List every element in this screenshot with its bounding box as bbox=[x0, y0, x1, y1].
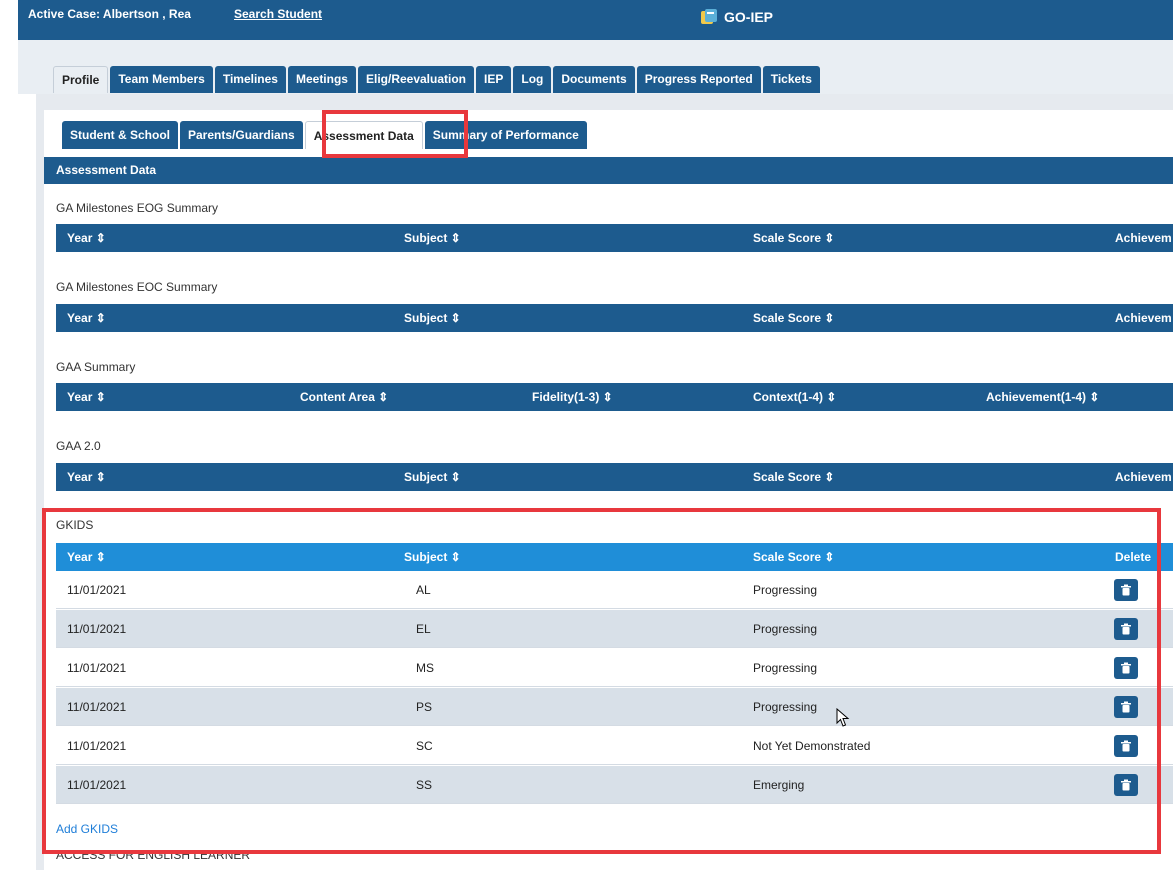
column-header-subject[interactable]: Subject ⇕ bbox=[404, 224, 461, 252]
trash-icon bbox=[1121, 701, 1131, 713]
score-cell: Progressing bbox=[753, 622, 818, 636]
column-header-year[interactable]: Year ⇕ bbox=[67, 543, 106, 571]
column-header-achievement[interactable]: Achievem bbox=[1115, 224, 1172, 252]
subject-cell: SS bbox=[416, 778, 433, 792]
column-header-fidelity[interactable]: Fidelity(1-3) ⇕ bbox=[532, 383, 613, 411]
column-header-achievement[interactable]: Achievement(1-4) ⇕ bbox=[986, 383, 1099, 411]
column-header-achievement[interactable]: Achievem bbox=[1115, 304, 1172, 332]
tab-summary-of-performance[interactable]: Summary of Performance bbox=[424, 121, 587, 149]
subject-cell: SC bbox=[416, 739, 433, 753]
trash-icon bbox=[1121, 584, 1131, 596]
gaa2-table-title: GAA 2.0 bbox=[56, 439, 101, 453]
mouse-cursor-icon bbox=[836, 708, 850, 727]
app-name: GO-IEP bbox=[724, 9, 774, 25]
table-row: 11/01/2021 SS Emerging bbox=[56, 766, 1173, 804]
year-cell: 11/01/2021 bbox=[67, 661, 127, 675]
active-case-label: Active Case: Albertson , Rea bbox=[28, 7, 191, 21]
main-tabs: Profile Team Members Timelines Meetings … bbox=[53, 66, 820, 93]
trash-icon bbox=[1121, 779, 1131, 791]
table-row: 11/01/2021 AL Progressing bbox=[56, 571, 1173, 609]
delete-button[interactable] bbox=[1114, 696, 1138, 718]
column-header-subject[interactable]: Subject ⇕ bbox=[404, 543, 461, 571]
column-header-scale-score[interactable]: Scale Score ⇕ bbox=[753, 304, 834, 332]
delete-button[interactable] bbox=[1114, 579, 1138, 601]
trash-icon bbox=[1121, 623, 1131, 635]
column-header-subject[interactable]: Subject ⇕ bbox=[404, 463, 461, 491]
tab-profile[interactable]: Profile bbox=[53, 66, 109, 93]
trash-icon bbox=[1121, 740, 1131, 752]
score-cell: Not Yet Demonstrated bbox=[753, 739, 871, 753]
column-header-year[interactable]: Year ⇕ bbox=[67, 304, 106, 332]
tab-team-members[interactable]: Team Members bbox=[110, 66, 213, 93]
column-header-scale-score[interactable]: Scale Score ⇕ bbox=[753, 224, 834, 252]
score-cell: Emerging bbox=[753, 778, 805, 792]
eog-table-title: GA Milestones EOG Summary bbox=[56, 201, 219, 215]
tab-parents-guardians[interactable]: Parents/Guardians bbox=[180, 121, 303, 149]
section-title: Assessment Data bbox=[44, 157, 1173, 184]
score-cell: Progressing bbox=[753, 700, 818, 714]
score-cell: Progressing bbox=[753, 583, 818, 597]
delete-button[interactable] bbox=[1114, 735, 1138, 757]
tab-log[interactable]: Log bbox=[513, 66, 552, 93]
table-row: 11/01/2021 EL Progressing bbox=[56, 610, 1173, 648]
access-table-title: ACCESS FOR ENGLISH LEARNER bbox=[56, 848, 251, 862]
tab-meetings[interactable]: Meetings bbox=[287, 66, 356, 93]
column-header-context[interactable]: Context(1-4) ⇕ bbox=[753, 383, 836, 411]
gaa-table-title: GAA Summary bbox=[56, 360, 136, 374]
delete-button[interactable] bbox=[1114, 774, 1138, 796]
column-header-scale-score[interactable]: Scale Score ⇕ bbox=[753, 543, 834, 571]
year-cell: 11/01/2021 bbox=[67, 739, 127, 753]
subject-cell: PS bbox=[416, 700, 433, 714]
gkids-table-header: Year ⇕ Subject ⇕ Scale Score ⇕ Delete bbox=[56, 543, 1173, 571]
gkids-table-title: GKIDS bbox=[56, 518, 94, 532]
score-cell: Progressing bbox=[753, 661, 818, 675]
add-gkids-link[interactable]: Add GKIDS bbox=[56, 822, 118, 836]
tab-iep[interactable]: IEP bbox=[476, 66, 512, 93]
table-row: 11/01/2021 MS Progressing bbox=[56, 649, 1173, 687]
delete-button[interactable] bbox=[1114, 618, 1138, 640]
app-brand: GO-IEP bbox=[700, 8, 773, 26]
tab-documents[interactable]: Documents bbox=[553, 66, 635, 93]
tab-tickets[interactable]: Tickets bbox=[762, 66, 820, 93]
subject-cell: AL bbox=[416, 583, 431, 597]
tab-elig-reevaluation[interactable]: Elig/Reevaluation bbox=[357, 66, 475, 93]
column-header-year[interactable]: Year ⇕ bbox=[67, 383, 106, 411]
trash-icon bbox=[1121, 662, 1131, 674]
book-logo-icon bbox=[701, 9, 717, 24]
column-header-year[interactable]: Year ⇕ bbox=[67, 463, 106, 491]
table-row: 11/01/2021 PS Progressing bbox=[56, 688, 1173, 726]
tab-student-school[interactable]: Student & School bbox=[62, 121, 178, 149]
gaa-table-header: Year ⇕ Content Area ⇕ Fidelity(1-3) ⇕ Co… bbox=[56, 383, 1173, 411]
year-cell: 11/01/2021 bbox=[67, 778, 127, 792]
table-row: 11/01/2021 SC Not Yet Demonstrated bbox=[56, 727, 1173, 765]
year-cell: 11/01/2021 bbox=[67, 622, 127, 636]
delete-button[interactable] bbox=[1114, 657, 1138, 679]
tab-assessment-data[interactable]: Assessment Data bbox=[304, 121, 423, 149]
column-header-content-area[interactable]: Content Area ⇕ bbox=[300, 383, 388, 411]
column-header-scale-score[interactable]: Scale Score ⇕ bbox=[753, 463, 834, 491]
eoc-table-title: GA Milestones EOC Summary bbox=[56, 280, 218, 294]
gaa2-table-header: Year ⇕ Subject ⇕ Scale Score ⇕ Achievem bbox=[56, 463, 1173, 491]
column-header-subject[interactable]: Subject ⇕ bbox=[404, 304, 461, 332]
column-header-year[interactable]: Year ⇕ bbox=[67, 224, 106, 252]
subject-cell: MS bbox=[416, 661, 434, 675]
search-student-link[interactable]: Search Student bbox=[234, 7, 322, 21]
sub-tabs: Student & School Parents/Guardians Asses… bbox=[62, 121, 587, 149]
eoc-table-header: Year ⇕ Subject ⇕ Scale Score ⇕ Achievem bbox=[56, 304, 1173, 332]
column-header-delete: Delete bbox=[1115, 550, 1152, 564]
eog-table-header: Year ⇕ Subject ⇕ Scale Score ⇕ Achievem bbox=[56, 224, 1173, 252]
app-header bbox=[18, 0, 1173, 40]
subject-cell: EL bbox=[416, 622, 431, 636]
column-header-achievement[interactable]: Achievem bbox=[1115, 463, 1172, 491]
tab-timelines[interactable]: Timelines bbox=[214, 66, 286, 93]
year-cell: 11/01/2021 bbox=[67, 700, 127, 714]
year-cell: 11/01/2021 bbox=[67, 583, 127, 597]
tab-progress-reported[interactable]: Progress Reported bbox=[636, 66, 761, 93]
